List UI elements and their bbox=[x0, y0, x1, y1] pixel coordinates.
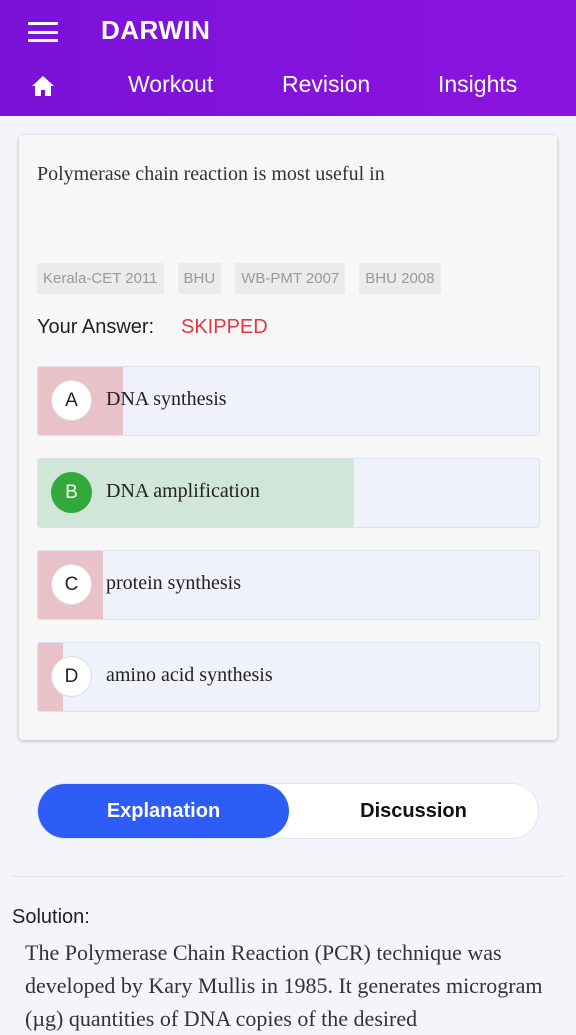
tab-discussion[interactable]: Discussion bbox=[289, 784, 538, 838]
option-text: protein synthesis bbox=[106, 572, 241, 594]
option-letter-badge: A bbox=[51, 380, 92, 421]
option-letter-badge: B bbox=[51, 472, 92, 513]
exam-tag: Kerala-CET 2011 bbox=[37, 263, 164, 294]
option-text: amino acid synthesis bbox=[106, 664, 273, 686]
nav-tab-insights[interactable]: Insights bbox=[438, 71, 517, 98]
question-card: Polymerase chain reaction is most useful… bbox=[19, 135, 557, 740]
option-c[interactable]: C protein synthesis bbox=[37, 550, 540, 620]
solution-text: The Polymerase Chain Reaction (PCR) tech… bbox=[25, 940, 543, 1031]
option-letter-badge: C bbox=[51, 564, 92, 605]
answer-status: SKIPPED bbox=[181, 316, 268, 338]
nav-tab-revision[interactable]: Revision bbox=[282, 71, 370, 98]
exam-tags: Kerala-CET 2011 BHU WB-PMT 2007 BHU 2008 bbox=[37, 263, 441, 294]
app-title: DARWIN bbox=[101, 15, 211, 45]
solution-label: Solution: bbox=[12, 906, 90, 928]
option-b[interactable]: B DNA amplification bbox=[37, 458, 540, 528]
exam-tag: WB-PMT 2007 bbox=[235, 263, 346, 294]
your-answer-label: Your Answer: bbox=[37, 316, 155, 338]
option-a[interactable]: A DNA synthesis bbox=[37, 366, 540, 436]
option-d[interactable]: D amino acid synthesis bbox=[37, 642, 540, 712]
explanation-discussion-tabs: Explanation Discussion bbox=[37, 783, 539, 839]
home-icon[interactable] bbox=[31, 75, 55, 97]
exam-tag: BHU 2008 bbox=[359, 263, 441, 294]
hamburger-menu-icon[interactable] bbox=[28, 22, 58, 42]
option-text: DNA amplification bbox=[106, 480, 260, 502]
option-text: DNA synthesis bbox=[106, 388, 227, 410]
nav-tab-workout[interactable]: Workout bbox=[128, 71, 213, 98]
tab-explanation[interactable]: Explanation bbox=[38, 784, 289, 838]
question-text: Polymerase chain reaction is most useful… bbox=[37, 163, 385, 185]
app-header: DARWIN Workout Revision Insights bbox=[0, 0, 576, 116]
divider bbox=[12, 876, 564, 877]
exam-tag: BHU bbox=[177, 263, 222, 294]
option-letter-badge: D bbox=[51, 656, 92, 697]
